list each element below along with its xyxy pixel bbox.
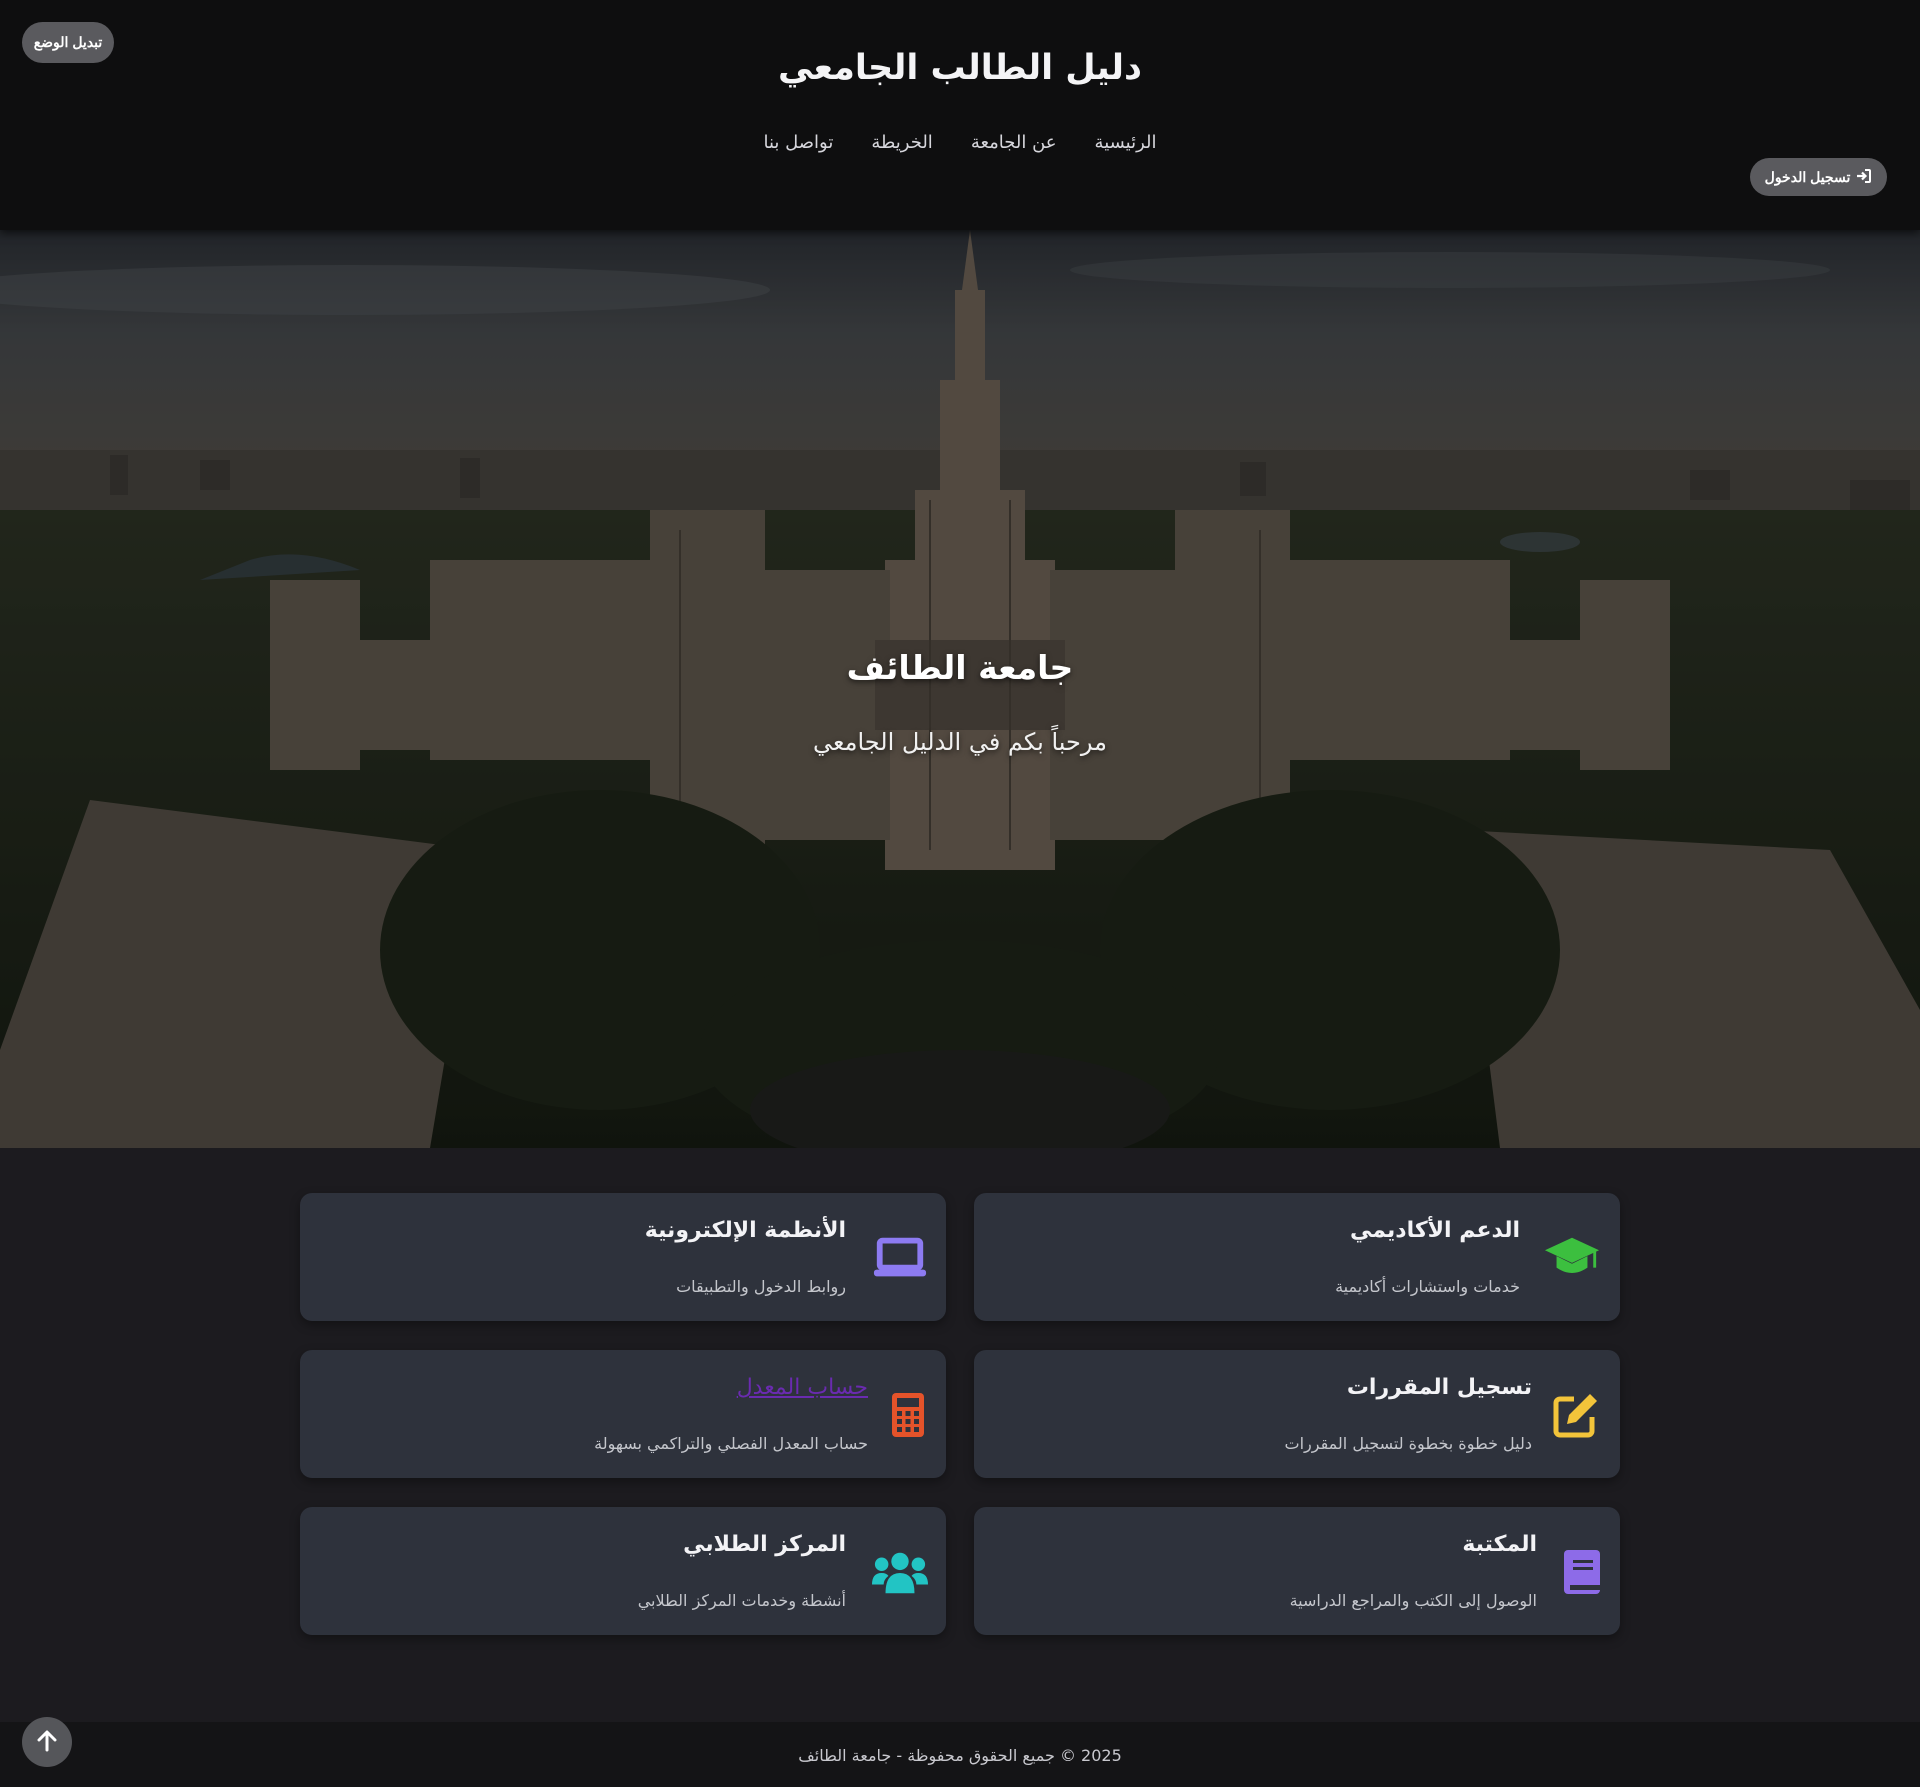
card-gpa-calculator[interactable]: حساب المعدل حساب المعدل الفصلي والتراكمي… [300,1350,946,1478]
card-title: الدعم الأكاديمي [1350,1218,1520,1243]
card-title: المركز الطلابي [683,1532,846,1557]
card-student-center[interactable]: المركز الطلابي أنشطة وخدمات المركز الطلا… [300,1507,946,1635]
card-description: أنشطة وخدمات المركز الطلابي [637,1591,846,1610]
scroll-to-top-button[interactable] [22,1717,72,1767]
copyright-text: 2025 © جميع الحقوق محفوظة - جامعة الطائف [798,1746,1122,1765]
hero-subtitle: مرحباً بكم في الدليل الجامعي [813,728,1107,756]
card-description: خدمات واستشارات أكاديمية [1335,1277,1520,1296]
graduation-cap-icon [1544,1233,1600,1283]
login-icon [1856,168,1872,187]
login-button[interactable]: تسجيل الدخول [1750,158,1887,196]
nav-map[interactable]: الخريطة [871,132,932,153]
gpa-calculator-link[interactable]: حساب المعدل [737,1375,868,1400]
card-title: المكتبة [1462,1532,1537,1557]
nav-contact[interactable]: تواصل بنا [763,132,833,153]
card-description: دليل خطوة بخطوة لتسجيل المقررات [1284,1434,1532,1453]
edit-icon [1548,1390,1604,1440]
card-description: حساب المعدل الفصلي والتراكمي بسهولة [594,1434,868,1453]
campus-hero-image [0,230,1920,1148]
laptop-icon [872,1233,928,1283]
calculator-icon [880,1390,936,1440]
theme-toggle-label: تبديل الوضع [33,34,103,50]
hero-banner: جامعة الطائف مرحباً بكم في الدليل الجامع… [0,230,1920,1148]
card-academic-support[interactable]: الدعم الأكاديمي خدمات واستشارات أكاديمية [974,1193,1620,1321]
book-icon [1554,1547,1610,1597]
card-title: الأنظمة الإلكترونية [644,1218,846,1243]
hero-title: جامعة الطائف [846,648,1074,687]
card-title: تسجيل المقررات [1346,1375,1532,1400]
nav-home[interactable]: الرئيسية [1095,132,1157,153]
users-icon [872,1547,928,1597]
site-title: دليل الطالب الجامعي [778,48,1142,88]
arrow-up-icon [36,1730,58,1755]
theme-toggle-button[interactable]: تبديل الوضع [22,22,114,63]
login-label: تسجيل الدخول [1764,168,1851,185]
card-electronic-systems[interactable]: الأنظمة الإلكترونية روابط الدخول والتطبي… [300,1193,946,1321]
card-course-registration[interactable]: تسجيل المقررات دليل خطوة بخطوة لتسجيل ال… [974,1350,1620,1478]
main-nav: الرئيسية عن الجامعة الخريطة تواصل بنا [0,132,1920,153]
site-footer: 2025 © جميع الحقوق محفوظة - جامعة الطائف [0,1722,1920,1787]
site-header: دليل الطالب الجامعي الرئيسية عن الجامعة … [0,0,1920,230]
card-description: الوصول إلى الكتب والمراجع الدراسية [1289,1591,1537,1610]
card-description: روابط الدخول والتطبيقات [676,1277,846,1296]
card-library[interactable]: المكتبة الوصول إلى الكتب والمراجع الدراس… [974,1507,1620,1635]
nav-about[interactable]: عن الجامعة [971,132,1057,153]
